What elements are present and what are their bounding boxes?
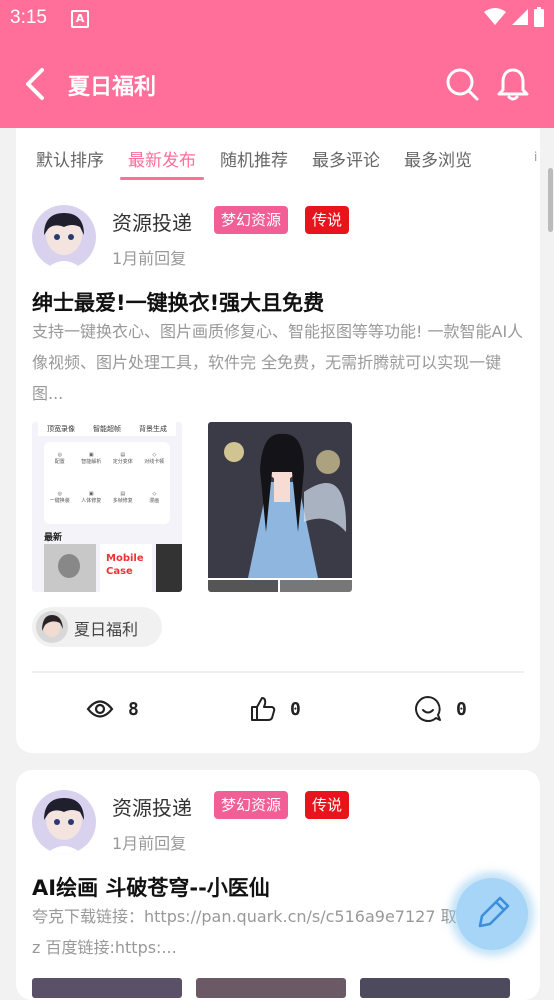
post-image[interactable] xyxy=(360,978,510,998)
app-icon-label: 一键换装 xyxy=(49,498,70,504)
app-icon-label: 多帧修复 xyxy=(112,498,133,504)
app-thumb-phone xyxy=(156,544,182,592)
tab-most-comments[interactable]: 最多评论 xyxy=(312,146,380,171)
system-icons xyxy=(484,7,544,27)
rank-badge: 传说 xyxy=(305,791,350,819)
app-icon-label: 漫画 xyxy=(149,498,160,504)
back-arrow-icon[interactable] xyxy=(22,66,52,102)
views-count: 8 xyxy=(128,698,139,720)
post-image-illustration[interactable] xyxy=(208,422,352,592)
app-icon-label: 对线卡顿 xyxy=(144,459,165,465)
post-card[interactable]: 资源投递 梦幻资源 传说 1月前回复 绅士最爱!一键换衣!强大且免费 支持一键换… xyxy=(16,185,540,753)
post-title[interactable]: AI绘画 斗破苍穹--小医仙 xyxy=(32,872,270,902)
bell-icon[interactable] xyxy=(496,66,530,102)
avatar[interactable] xyxy=(32,790,96,854)
post-image-app-screenshot[interactable]: 顶宽录像 智能超帧 背景生成 ◎ 配置 ▣ 智能解析 ▤ 定分变体 ◇ 对线卡顿 ◎ 一键… xyxy=(32,422,182,592)
tab-latest[interactable]: 最新发布 xyxy=(120,146,204,180)
post-image[interactable] xyxy=(196,978,346,998)
post-time: 1月前回复 xyxy=(112,834,187,853)
app-section-label: 最新 xyxy=(44,533,63,543)
likes-stat[interactable]: 0 xyxy=(250,691,301,727)
sort-tabs: 默认排序 最新发布 随机推荐 最多评论 最多浏览 xyxy=(36,146,496,180)
tab-most-views[interactable]: 最多浏览 xyxy=(404,146,472,171)
wifi-icon xyxy=(484,8,506,25)
scrollbar[interactable] xyxy=(548,168,553,232)
tag-chip[interactable]: 夏日福利 xyxy=(32,607,162,647)
post-excerpt: 支持一键换衣心、图片画质修复心、智能抠图等等功能! 一款智能AI人像视频、图片处… xyxy=(32,322,524,403)
eye-icon xyxy=(86,700,114,718)
tag-avatar xyxy=(36,611,68,643)
comments-count: 0 xyxy=(456,698,467,720)
app-icon-label: 配置 xyxy=(54,459,65,465)
tab-random[interactable]: 随机推荐 xyxy=(220,146,288,171)
search-icon[interactable] xyxy=(444,66,480,102)
sort-tabs-bar: 默认排序 最新发布 随机推荐 最多评论 最多浏览 ⅰ xyxy=(16,128,540,185)
post-time: 1月前回复 xyxy=(112,249,187,268)
level-badge: 梦幻资源 xyxy=(214,791,289,819)
status-bar: 3:15 A xyxy=(0,0,554,40)
level-badge: 梦幻资源 xyxy=(214,206,289,234)
post-excerpt: 夸克下载链接：https://pan.quark.cn/s/c516a9e712… xyxy=(32,907,522,957)
app-menu-label: 智能超帧 xyxy=(93,425,121,433)
pencil-icon xyxy=(478,896,510,928)
app-icon-label: 智能解析 xyxy=(81,459,102,465)
comment-icon xyxy=(415,696,441,722)
app-menu-label: 顶宽录像 xyxy=(47,425,75,433)
status-time: 3:15 xyxy=(10,7,47,28)
likes-count: 0 xyxy=(290,698,301,720)
avatar[interactable] xyxy=(32,205,96,269)
app-header: 夏日福利 xyxy=(0,40,554,128)
app-thumb-photo xyxy=(44,544,96,592)
notification-a-icon: A xyxy=(71,10,89,28)
app-menu-label: 背景生成 xyxy=(139,425,167,433)
page-title: 夏日福利 xyxy=(68,75,157,100)
compose-button[interactable] xyxy=(456,878,528,950)
author-name[interactable]: 资源投递 xyxy=(112,207,192,236)
tabs-overflow-indicator: ⅰ xyxy=(534,150,538,164)
battery-icon xyxy=(534,7,544,27)
comments-stat[interactable]: 0 xyxy=(414,691,467,727)
author-name[interactable]: 资源投递 xyxy=(112,792,192,821)
app-icon-label: 定分变体 xyxy=(112,459,133,465)
rank-badge: 传说 xyxy=(305,206,350,234)
post-image[interactable] xyxy=(32,978,182,998)
post-title[interactable]: 绅士最爱!一键换衣!强大且免费 xyxy=(32,287,324,317)
signal-icon xyxy=(512,9,528,25)
tab-default-sort[interactable]: 默认排序 xyxy=(36,146,104,171)
card-divider xyxy=(32,671,524,673)
tag-label: 夏日福利 xyxy=(74,620,139,639)
app-thumb-case: Mobile Case xyxy=(100,544,152,592)
app-icon-label: 人体修复 xyxy=(81,498,102,504)
views-stat[interactable]: 8 xyxy=(86,691,139,727)
thumbs-up-icon xyxy=(251,697,276,721)
